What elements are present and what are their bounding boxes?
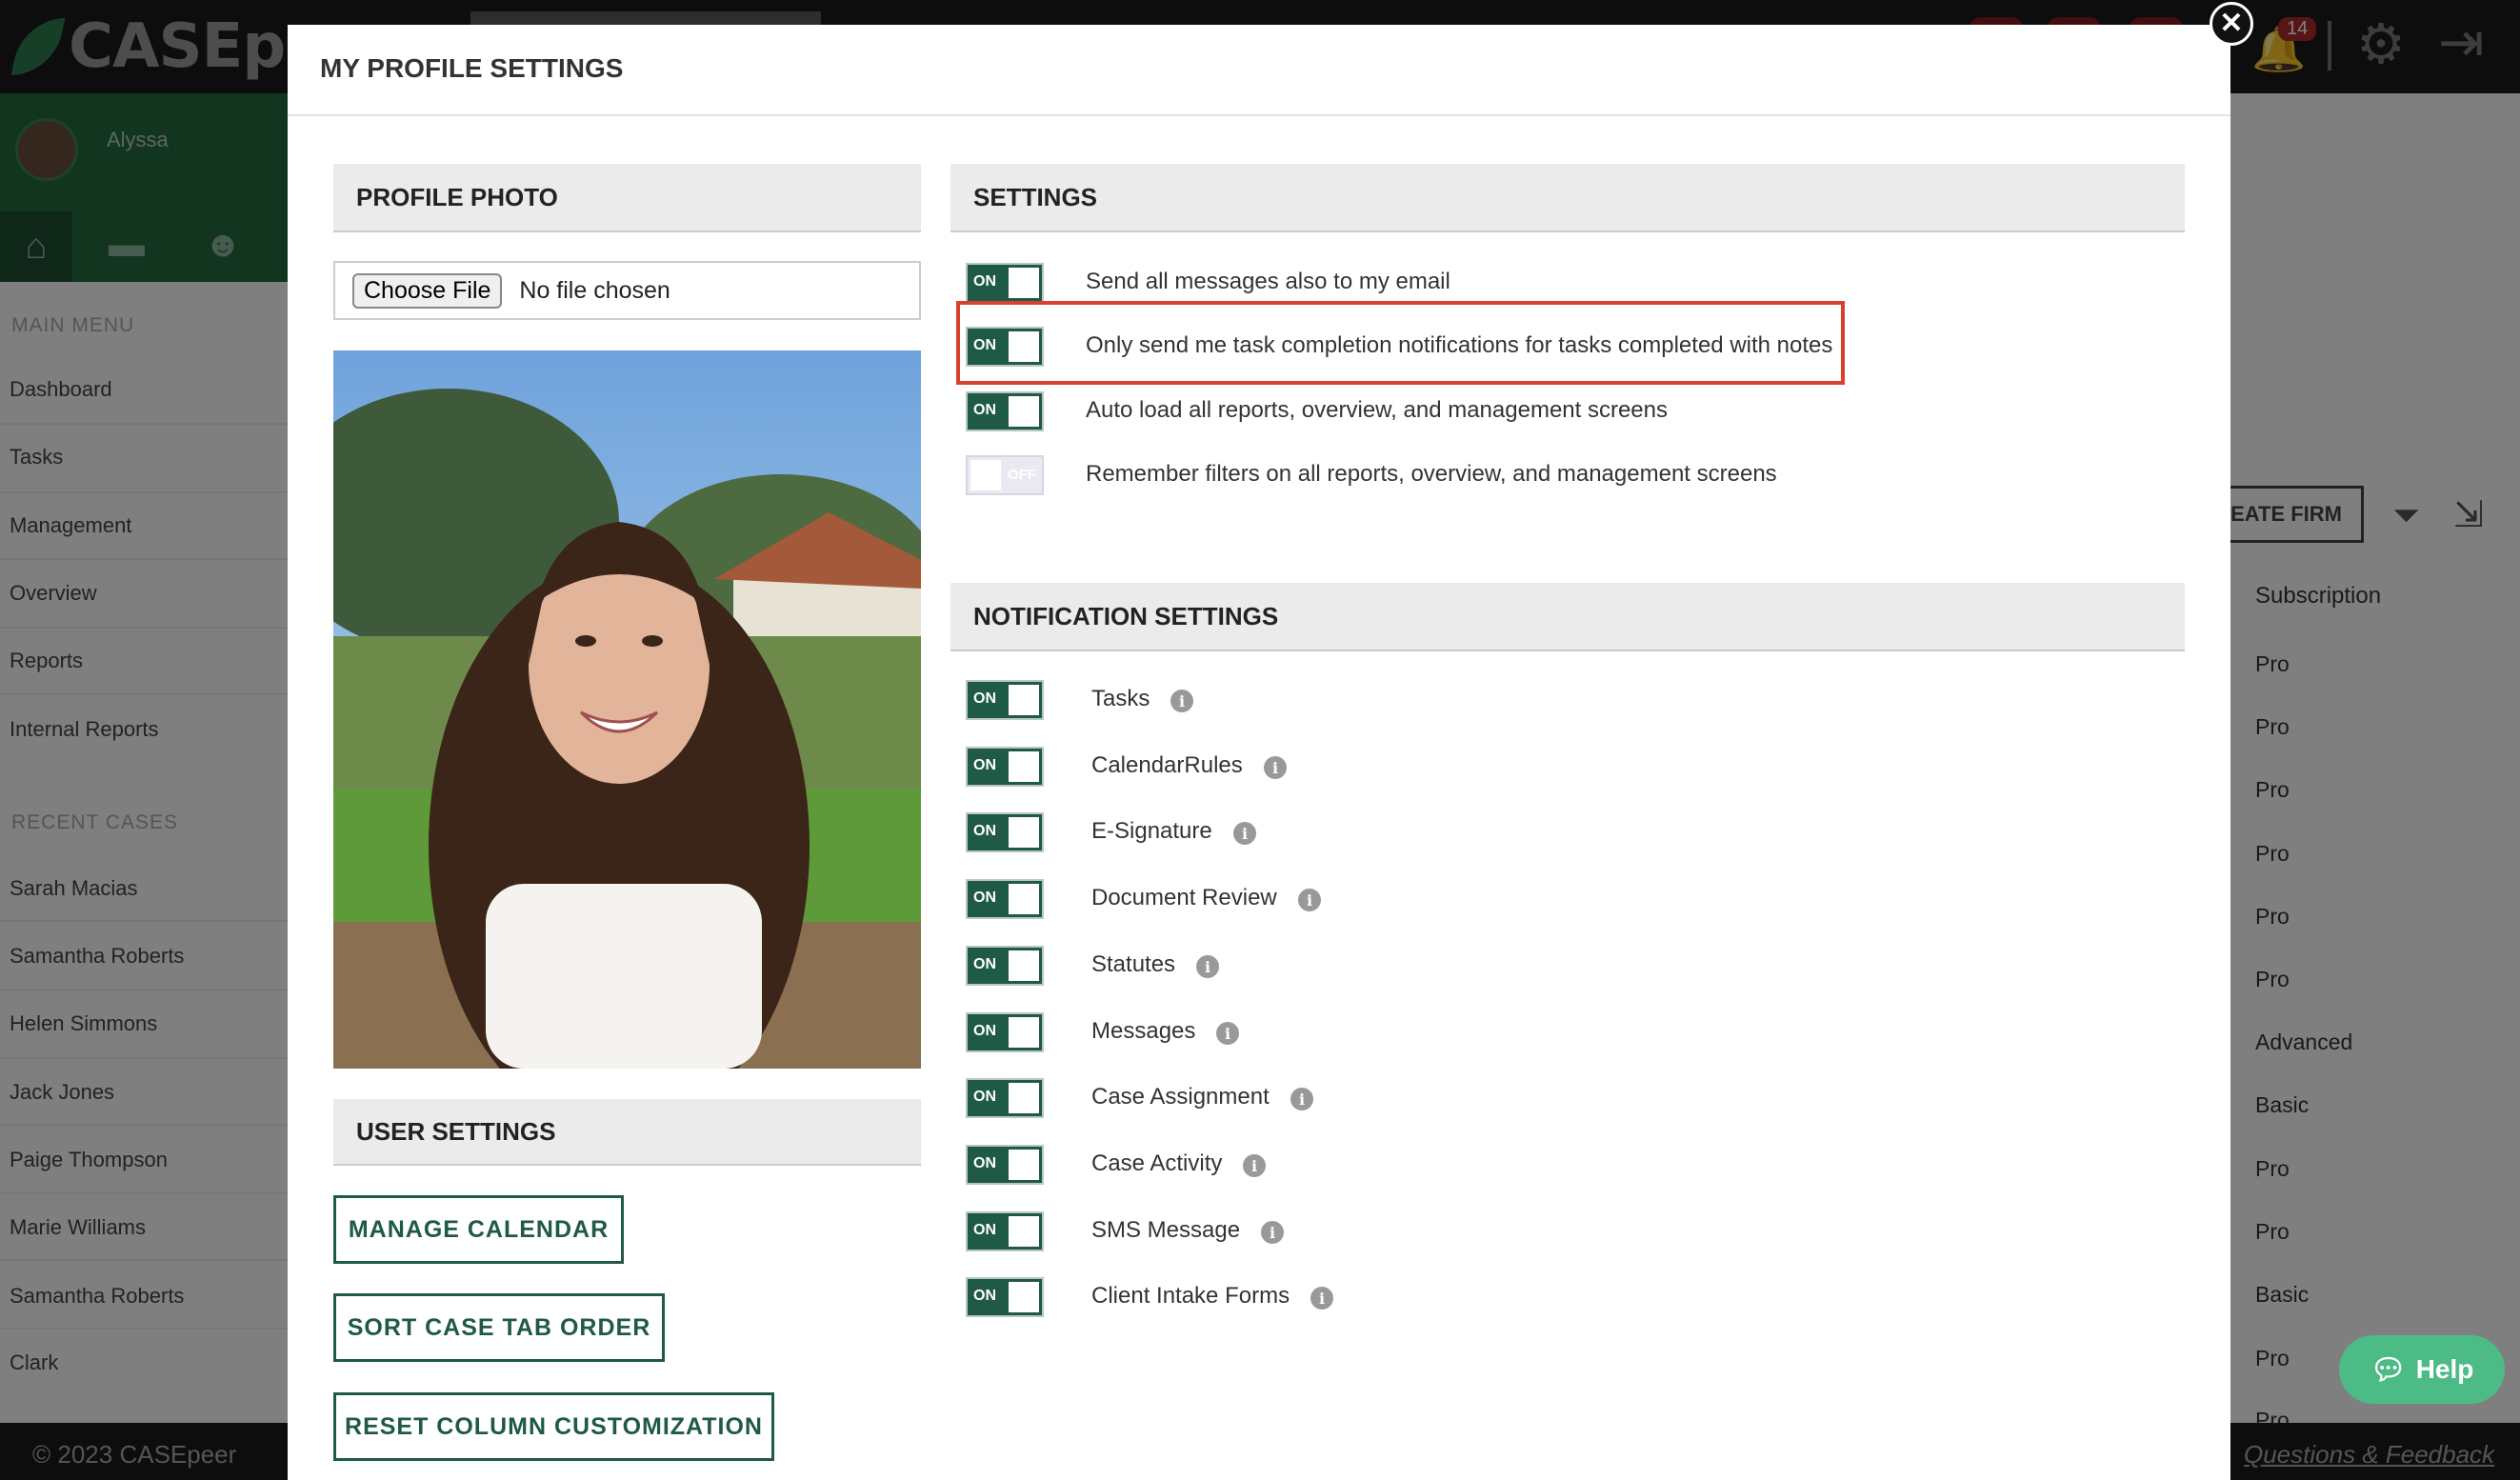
- notification-toggle[interactable]: ON: [966, 747, 1044, 787]
- toggle-state-label: ON: [973, 1222, 996, 1238]
- toggle-knob: [1009, 1282, 1039, 1312]
- setting-label: Auto load all reports, overview, and man…: [1086, 397, 1669, 423]
- toggle-state-label: ON: [973, 402, 996, 418]
- notification-label: CalendarRules: [1091, 752, 1243, 778]
- file-name-text: No file chosen: [519, 276, 670, 304]
- toggle-knob: [1009, 1150, 1039, 1180]
- info-icon[interactable]: i: [1170, 690, 1193, 712]
- toggle-state-label: ON: [973, 690, 996, 707]
- notification-label: E-Signature: [1091, 818, 1212, 844]
- notification-toggle[interactable]: ON: [966, 879, 1044, 919]
- setting-label: Send all messages also to my email: [1086, 269, 1450, 294]
- modal-title: MY PROFILE SETTINGS: [320, 53, 624, 83]
- toggle-knob: [1009, 950, 1039, 981]
- notification-label: Client Intake Forms: [1091, 1283, 1290, 1309]
- profile-photo-heading: PROFILE PHOTO: [333, 164, 921, 232]
- chat-bubble-icon: 💬︎: [2370, 1353, 2407, 1386]
- file-upload-field: Choose File No file chosen: [333, 261, 921, 320]
- toggle-knob: [1009, 268, 1039, 298]
- notification-toggle[interactable]: ON: [966, 1277, 1044, 1317]
- toggle-state-label: ON: [973, 1023, 996, 1039]
- notification-label: Messages: [1091, 1018, 1196, 1044]
- toggle-knob: [1009, 1083, 1039, 1113]
- info-icon[interactable]: i: [1290, 1088, 1313, 1110]
- divider: [288, 114, 2230, 116]
- toggle-state-label: ON: [973, 273, 996, 290]
- setting-toggle[interactable]: ON: [966, 391, 1044, 431]
- toggle-knob: [1009, 1216, 1039, 1247]
- settings-heading: SETTINGS: [950, 164, 2185, 232]
- help-label: Help: [2415, 1354, 2474, 1384]
- profile-photo-image: [333, 350, 921, 1069]
- toggle-state-label: ON: [973, 1288, 996, 1304]
- notification-label: Tasks: [1091, 686, 1150, 711]
- notification-toggle[interactable]: ON: [966, 1012, 1044, 1052]
- notification-toggle[interactable]: ON: [966, 946, 1044, 986]
- toggle-knob: [1009, 685, 1039, 715]
- info-icon[interactable]: i: [1243, 1154, 1266, 1177]
- notification-settings-heading: NOTIFICATION SETTINGS: [950, 583, 2185, 651]
- toggle-state-label: ON: [973, 956, 996, 972]
- info-icon[interactable]: i: [1298, 889, 1321, 911]
- setting-label: Remember filters on all reports, overvie…: [1086, 461, 1777, 487]
- toggle-state-label: ON: [973, 757, 996, 773]
- notification-toggle[interactable]: ON: [966, 1078, 1044, 1118]
- info-icon[interactable]: i: [1196, 955, 1219, 978]
- notification-toggle[interactable]: ON: [966, 812, 1044, 852]
- profile-photo: [333, 350, 921, 1069]
- toggle-knob: [1009, 396, 1039, 427]
- notification-toggle[interactable]: ON: [966, 1145, 1044, 1185]
- manage-calendar-button[interactable]: MANAGE CALENDAR: [333, 1195, 624, 1264]
- toggle-knob: [1009, 1017, 1039, 1048]
- info-icon[interactable]: i: [1233, 822, 1256, 845]
- notification-toggle[interactable]: ON: [966, 680, 1044, 720]
- toggle-state-label: OFF: [1008, 467, 1036, 483]
- notification-label: Case Assignment: [1091, 1084, 1270, 1110]
- info-icon[interactable]: i: [1216, 1022, 1239, 1045]
- toggle-state-label: ON: [973, 1089, 996, 1105]
- close-icon[interactable]: ✕: [2210, 2, 2253, 46]
- info-icon[interactable]: i: [1261, 1221, 1284, 1244]
- notification-toggle[interactable]: ON: [966, 1211, 1044, 1251]
- toggle-knob: [970, 460, 1001, 490]
- notification-label: Document Review: [1091, 885, 1277, 910]
- notification-label: SMS Message: [1091, 1217, 1241, 1243]
- toggle-knob: [1009, 817, 1039, 848]
- sort-case-tab-order-button[interactable]: SORT CASE TAB ORDER: [333, 1293, 665, 1362]
- choose-file-button[interactable]: Choose File: [352, 272, 503, 309]
- info-icon[interactable]: i: [1264, 756, 1287, 779]
- toggle-state-label: ON: [973, 1155, 996, 1171]
- setting-toggle[interactable]: ON: [966, 263, 1044, 303]
- notification-label: Statutes: [1091, 951, 1176, 977]
- toggle-knob: [1009, 884, 1039, 914]
- setting-toggle[interactable]: OFF: [966, 455, 1044, 495]
- user-settings-heading: USER SETTINGS: [333, 1099, 921, 1166]
- reset-column-customization-button[interactable]: RESET COLUMN CUSTOMIZATION: [333, 1392, 774, 1461]
- help-button[interactable]: 💬︎ Help: [2339, 1335, 2505, 1404]
- toggle-knob: [1009, 751, 1039, 782]
- toggle-state-label: ON: [973, 823, 996, 839]
- info-icon[interactable]: i: [1310, 1287, 1333, 1310]
- toggle-state-label: ON: [973, 890, 996, 906]
- highlight-box: [956, 301, 1845, 385]
- notification-label: Case Activity: [1091, 1150, 1223, 1176]
